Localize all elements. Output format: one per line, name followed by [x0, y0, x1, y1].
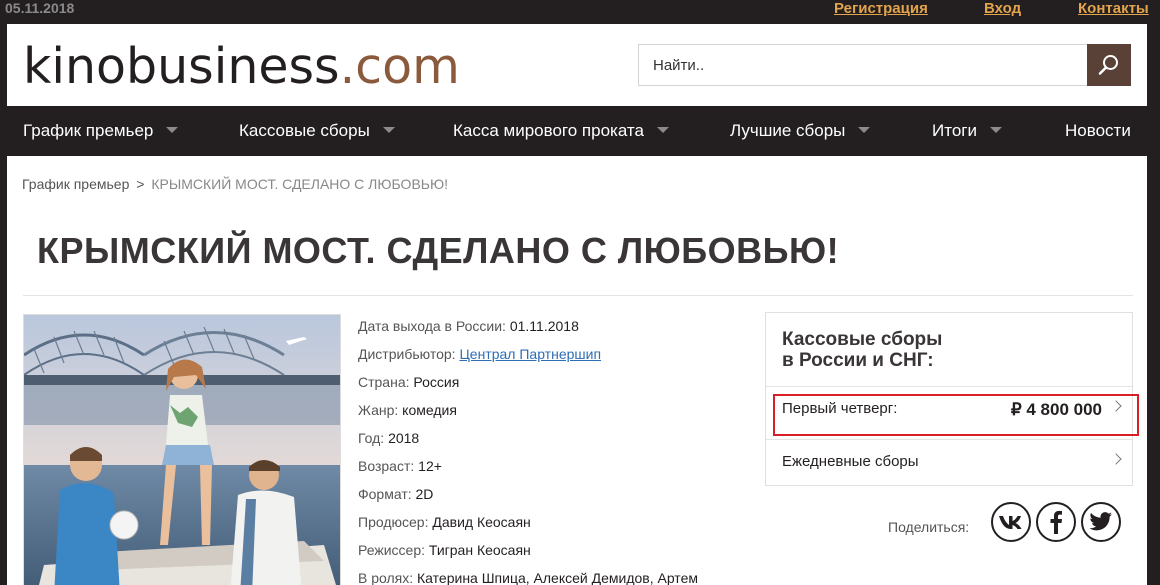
- info-label: Жанр:: [358, 402, 399, 418]
- search-form: [638, 44, 1131, 86]
- page-container: kinobusiness.com График премьер Кассовые…: [7, 24, 1147, 585]
- daily-grosses-label: Ежедневные сборы: [782, 453, 919, 470]
- site-logo[interactable]: kinobusiness.com: [23, 38, 460, 96]
- share-twitter-button[interactable]: [1081, 502, 1121, 542]
- poster-image: [24, 315, 340, 585]
- info-value: Давид Кеосаян: [432, 514, 531, 530]
- chevron-down-icon: [382, 126, 395, 133]
- share-facebook-button[interactable]: [1036, 502, 1076, 542]
- chevron-down-icon: [858, 126, 871, 133]
- info-country: Страна: Россия: [358, 370, 748, 398]
- nav-item-label: Итоги: [932, 121, 977, 140]
- search-icon: [1098, 55, 1118, 75]
- share-label: Поделиться:: [888, 519, 970, 535]
- film-info: Дата выхода в России: 01.11.2018 Дистриб…: [358, 314, 748, 585]
- divider: [766, 386, 1132, 387]
- info-year: Год: 2018: [358, 426, 748, 454]
- box-office-title: Кассовые сборы в России и СНГ:: [782, 329, 942, 371]
- info-value: комедия: [402, 402, 457, 418]
- nav-item-best-grosses[interactable]: Лучшие сборы: [730, 106, 871, 156]
- divider: [766, 439, 1132, 440]
- logo-main-text: kinobusiness: [23, 38, 340, 95]
- login-link[interactable]: Вход: [984, 0, 1021, 17]
- distributor-link[interactable]: Централ Партнершип: [459, 346, 601, 362]
- info-value: 2018: [388, 430, 420, 446]
- top-bar: 05.11.2018 Регистрация Вход Контакты: [0, 0, 1160, 24]
- main-nav: График премьер Кассовые сборы Касса миро…: [7, 106, 1147, 156]
- info-value: Катерина Шпица, Алексей Демидов, Артем: [417, 570, 698, 585]
- info-label: Дистрибьютор:: [358, 346, 456, 362]
- nav-item-results[interactable]: Итоги: [932, 106, 1002, 156]
- search-button[interactable]: [1087, 44, 1131, 86]
- register-link[interactable]: Регистрация: [834, 0, 928, 17]
- nav-item-news[interactable]: Новости: [1065, 106, 1131, 156]
- info-value: 12+: [418, 458, 442, 474]
- info-format: Формат: 2D: [358, 482, 748, 510]
- breadcrumb-current: КРЫМСКИЙ МОСТ. СДЕЛАНО С ЛЮБОВЬЮ!: [151, 176, 448, 192]
- info-value: 2D: [415, 486, 434, 502]
- nav-item-label: Касса мирового проката: [453, 121, 644, 140]
- info-value: Россия: [413, 374, 460, 390]
- info-label: Формат:: [358, 486, 412, 502]
- chevron-right-icon: [1110, 453, 1122, 465]
- breadcrumb-link-premieres[interactable]: График премьер: [22, 176, 129, 192]
- vk-icon: [999, 516, 1022, 529]
- info-label: Дата выхода в России:: [358, 318, 506, 334]
- nav-item-label: Новости: [1065, 121, 1131, 140]
- info-label: Продюсер:: [358, 514, 429, 530]
- facebook-icon: [1050, 510, 1062, 534]
- info-genre: Жанр: комедия: [358, 398, 748, 426]
- info-label: В ролях:: [358, 570, 414, 585]
- film-poster[interactable]: [23, 314, 341, 585]
- logo-domain-text: .com: [339, 38, 460, 95]
- share-vk-button[interactable]: [991, 502, 1031, 542]
- search-input[interactable]: [639, 45, 1087, 85]
- contacts-link[interactable]: Контакты: [1078, 0, 1149, 17]
- info-label: Режиссер:: [358, 542, 425, 558]
- info-director: Режиссер: Тигран Кеосаян: [358, 538, 748, 566]
- info-label: Год:: [358, 430, 385, 446]
- info-cast: В ролях: Катерина Шпица, Алексей Демидов…: [358, 566, 748, 585]
- info-label: Страна:: [358, 374, 410, 390]
- twitter-icon: [1089, 512, 1112, 531]
- nav-item-label: Кассовые сборы: [239, 121, 370, 140]
- nav-item-label: Лучшие сборы: [730, 121, 846, 140]
- current-date: 05.11.2018: [5, 0, 75, 16]
- info-release-date: Дата выхода в России: 01.11.2018: [358, 314, 748, 342]
- info-age: Возраст: 12+: [358, 454, 748, 482]
- highlight-frame: [773, 394, 1139, 436]
- daily-grosses-row[interactable]: Ежедневные сборы: [782, 453, 1122, 475]
- box-office-title-line1: Кассовые сборы: [782, 329, 943, 350]
- info-label: Возраст:: [358, 458, 415, 474]
- chevron-down-icon: [989, 126, 1002, 133]
- chevron-down-icon: [166, 126, 179, 133]
- breadcrumb: График премьер > КРЫМСКИЙ МОСТ. СДЕЛАНО …: [22, 176, 448, 192]
- divider: [23, 295, 1133, 296]
- info-value: 01.11.2018: [509, 318, 579, 334]
- breadcrumb-separator: >: [136, 176, 145, 192]
- nav-item-box-office[interactable]: Кассовые сборы: [239, 106, 395, 156]
- page-title: КРЫМСКИЙ МОСТ. СДЕЛАНО С ЛЮБОВЬЮ!: [37, 230, 840, 271]
- info-distributor: Дистрибьютор: Централ Партнершип: [358, 342, 748, 370]
- chevron-down-icon: [656, 126, 669, 133]
- box-office-title-line2: в России и СНГ:: [782, 350, 934, 371]
- nav-item-label: График премьер: [23, 121, 154, 140]
- info-producer: Продюсер: Давид Кеосаян: [358, 510, 748, 538]
- info-value: Тигран Кеосаян: [428, 542, 531, 558]
- nav-item-world-box-office[interactable]: Касса мирового проката: [453, 106, 669, 156]
- nav-item-premieres[interactable]: График премьер: [23, 106, 179, 156]
